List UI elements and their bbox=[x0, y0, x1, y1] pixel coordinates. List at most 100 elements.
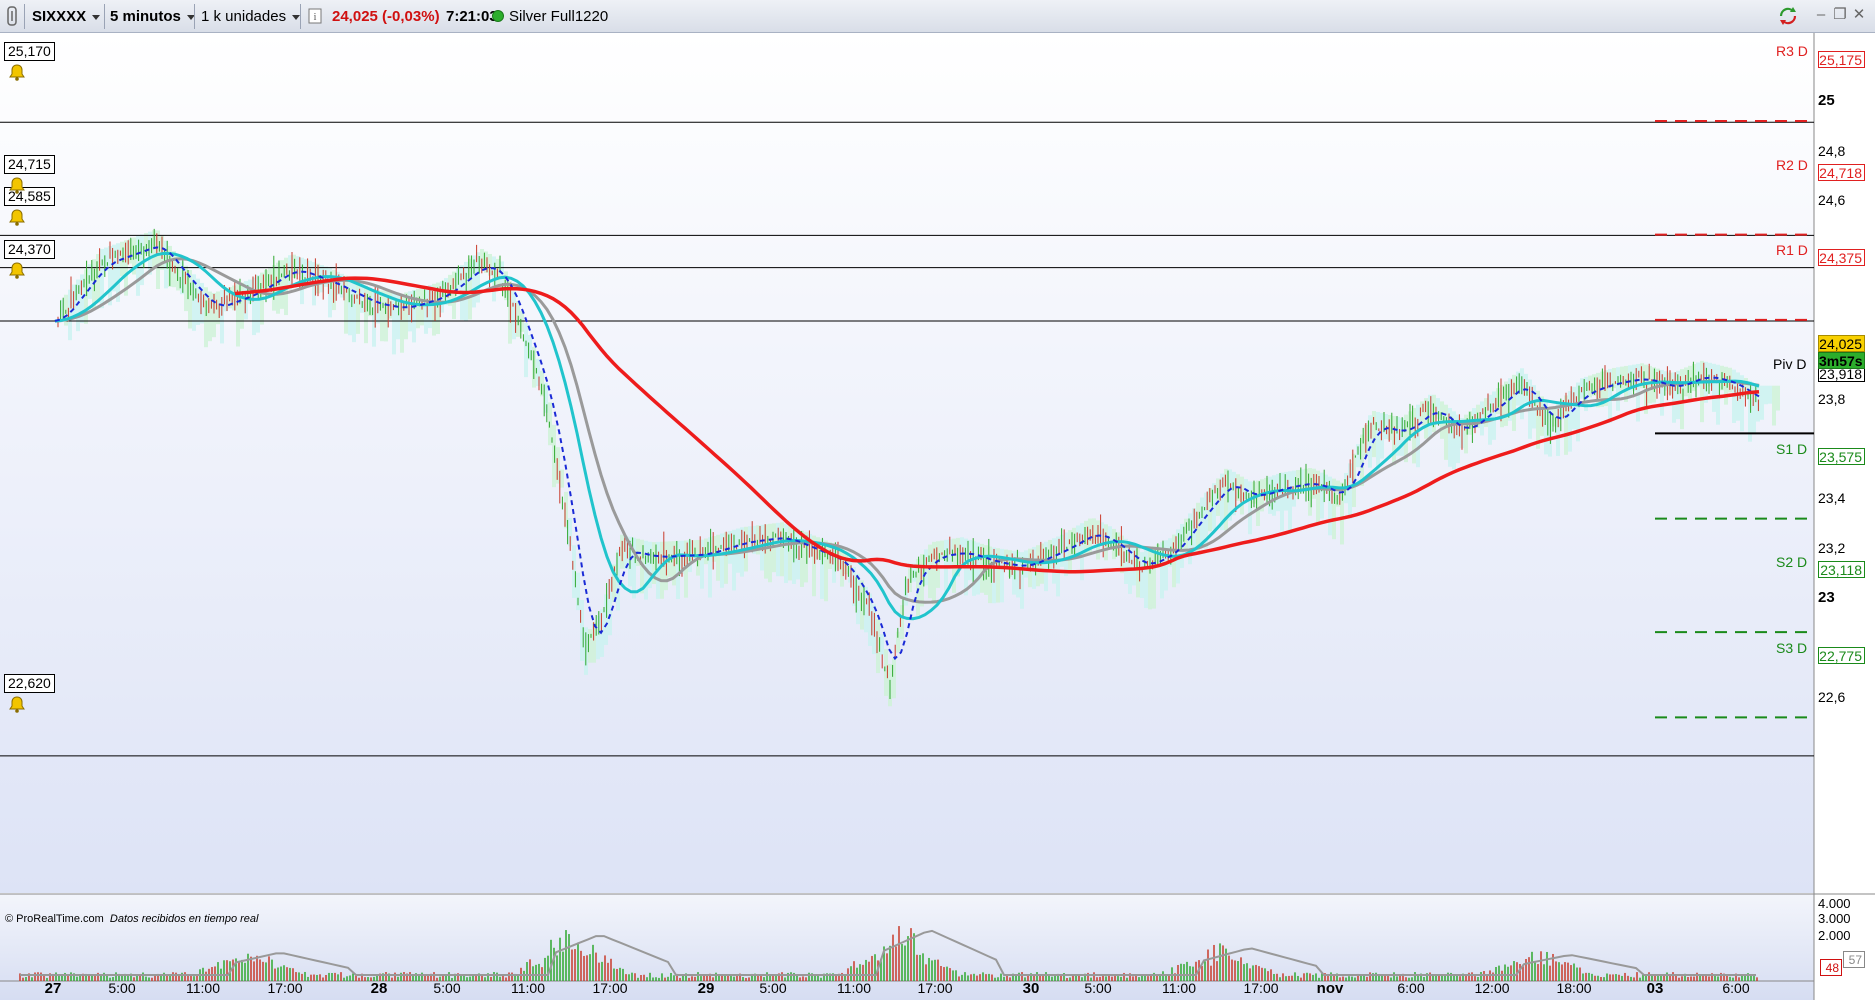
cloud-segment bbox=[496, 258, 500, 286]
chevron-down-icon bbox=[292, 14, 301, 20]
level-label[interactable]: 22,620 bbox=[4, 674, 55, 693]
time-axis-label: 17:00 bbox=[1243, 980, 1279, 996]
cloud-segment bbox=[1376, 412, 1380, 472]
time-axis-label: 17:00 bbox=[917, 980, 953, 996]
cloud-segment bbox=[1712, 363, 1716, 412]
cloud-segment bbox=[1772, 385, 1776, 426]
price-axis-label: 23 bbox=[1818, 589, 1835, 606]
pivot-label-s3: S3 D bbox=[1776, 640, 1808, 656]
symbol-selector[interactable]: SIXXXX bbox=[32, 5, 101, 28]
cloud-segment bbox=[344, 275, 348, 334]
cloud-segment bbox=[1776, 385, 1780, 411]
time-axis-label: 5:00 bbox=[108, 980, 136, 996]
alert-bell-icon[interactable] bbox=[8, 695, 26, 713]
time-axis-label: 30 bbox=[1022, 980, 1040, 997]
cloud-segment bbox=[352, 279, 356, 343]
time-axis-label: 28 bbox=[370, 980, 388, 997]
restore-icon[interactable]: ❐ bbox=[1831, 6, 1849, 24]
minimize-icon[interactable]: – bbox=[1812, 6, 1830, 24]
cloud-segment bbox=[892, 658, 896, 699]
timeframe-label: 5 minutos bbox=[110, 8, 181, 25]
refresh-icon[interactable] bbox=[1777, 6, 1797, 25]
cloud-segment bbox=[552, 424, 556, 488]
cloud-segment bbox=[708, 537, 712, 598]
cloud-segment bbox=[748, 526, 752, 547]
cloud-segment bbox=[292, 254, 296, 278]
time-axis-label: 12:00 bbox=[1474, 980, 1510, 996]
cloud-segment bbox=[1288, 471, 1292, 534]
menu-icon[interactable] bbox=[6, 5, 18, 28]
timeframe-selector[interactable]: 5 minutos bbox=[110, 5, 195, 28]
cloud-segment bbox=[880, 634, 884, 656]
level-label[interactable]: 25,170 bbox=[4, 42, 55, 61]
countdown-tag: 3m57s bbox=[1818, 352, 1865, 369]
level-label[interactable]: 24,715 bbox=[4, 155, 55, 174]
cloud-segment bbox=[548, 402, 552, 446]
cloud-segment bbox=[768, 523, 772, 583]
connection-status-icon bbox=[491, 5, 505, 28]
cloud-segment bbox=[604, 594, 608, 645]
cloud-segment bbox=[392, 292, 396, 355]
price-axis-label: 25 bbox=[1818, 92, 1835, 109]
cloud-segment bbox=[972, 541, 976, 596]
footer-attribution: © ProRealTime.com Datos recibidos en tie… bbox=[5, 913, 258, 925]
pivot-label-r2: R2 D bbox=[1776, 157, 1808, 173]
info-icon[interactable]: i bbox=[308, 5, 322, 28]
cloud-segment bbox=[416, 288, 420, 329]
cloud-segment bbox=[1072, 527, 1076, 556]
alert-bell-icon[interactable] bbox=[8, 208, 26, 226]
alert-bell-icon[interactable] bbox=[8, 63, 26, 81]
cloud-segment bbox=[524, 323, 528, 378]
cloud-segment bbox=[1068, 530, 1072, 574]
time-axis-label: 17:00 bbox=[267, 980, 303, 996]
cloud-segment bbox=[560, 469, 564, 488]
cloud-segment bbox=[1444, 404, 1448, 460]
price-axis-label: 23,8 bbox=[1818, 391, 1846, 407]
cloud-segment bbox=[1692, 364, 1696, 392]
pivot-label-r1: R1 D bbox=[1776, 242, 1808, 258]
price-axis-label: 24,8 bbox=[1818, 143, 1846, 159]
price-change: 24,025 (-0,03%) bbox=[332, 8, 440, 25]
time-axis-label: 18:00 bbox=[1556, 980, 1592, 996]
level-label[interactable]: 24,370 bbox=[4, 240, 55, 259]
cloud-segment bbox=[384, 291, 388, 342]
pivot-price-tag: 22,775 bbox=[1818, 647, 1865, 664]
pivot-price-tag: 24,718 bbox=[1818, 164, 1865, 181]
volume-ma-tag: 57 bbox=[1843, 951, 1865, 968]
units-selector[interactable]: 1 k unidades bbox=[201, 5, 301, 28]
price-chart[interactable]: 25,170 24,715 24,585 24,370 22,620 R3 D … bbox=[0, 33, 1875, 1000]
alert-bell-icon[interactable] bbox=[8, 261, 26, 279]
svg-text:i: i bbox=[314, 12, 317, 23]
volume-tag: 48 bbox=[1820, 959, 1842, 976]
volume-axis-label: 4.000 bbox=[1818, 896, 1851, 911]
time-axis-label: 11:00 bbox=[186, 980, 220, 996]
footer-note: Datos recibidos en tiempo real bbox=[109, 913, 259, 925]
chart-canvas bbox=[0, 33, 1875, 1000]
cloud-segment bbox=[716, 534, 720, 581]
time-axis-label: 29 bbox=[697, 980, 715, 997]
cloud-segment bbox=[1436, 398, 1440, 419]
chart-toolbar: SIXXXX 5 minutos 1 k unidades i 24,025 (… bbox=[0, 0, 1875, 33]
time-axis-label: 11:00 bbox=[1162, 980, 1196, 996]
price-axis-label: 22,6 bbox=[1818, 689, 1846, 705]
time-axis-label: 11:00 bbox=[511, 980, 545, 996]
cloud-segment bbox=[1616, 367, 1620, 411]
cloud-segment bbox=[928, 544, 932, 599]
price-axis-label: 24,6 bbox=[1818, 192, 1846, 208]
volume-axis-label: 3.000 bbox=[1818, 911, 1851, 926]
time-axis-label: 27 bbox=[44, 980, 62, 997]
time-axis-label: 17:00 bbox=[592, 980, 628, 996]
cloud-segment bbox=[1380, 413, 1384, 459]
time-axis-label: 5:00 bbox=[433, 980, 461, 996]
cloud-segment bbox=[1276, 473, 1280, 512]
price-axis-label: 23,4 bbox=[1818, 490, 1846, 506]
cloud-segment bbox=[1588, 375, 1592, 398]
cloud-segment bbox=[1148, 548, 1152, 610]
pivot-price-tag: 23,118 bbox=[1818, 561, 1865, 578]
time-axis-label: 6:00 bbox=[1397, 980, 1425, 996]
close-icon[interactable]: ✕ bbox=[1850, 6, 1868, 24]
alert-bell-icon[interactable] bbox=[8, 176, 26, 194]
cloud-segment bbox=[860, 580, 864, 630]
cloud-segment bbox=[1540, 396, 1544, 436]
pivot-price-tag: 25,175 bbox=[1818, 51, 1865, 68]
